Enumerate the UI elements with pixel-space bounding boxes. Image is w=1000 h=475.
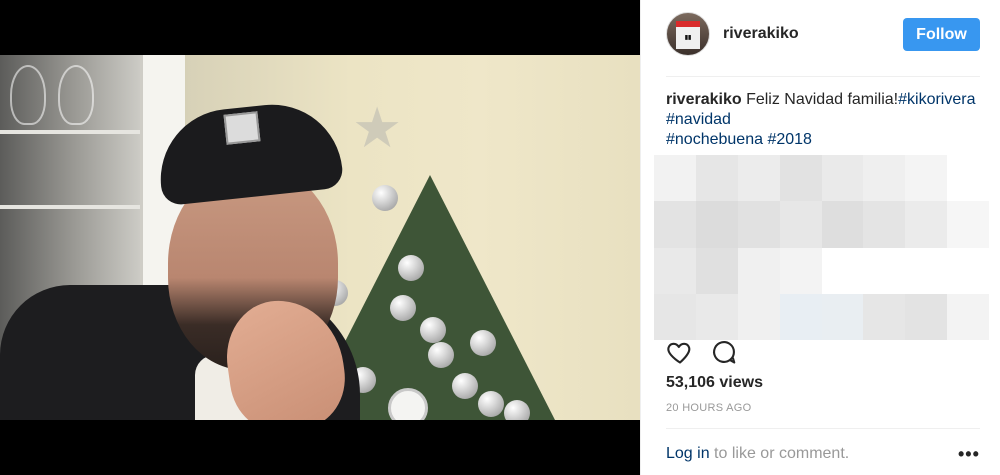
caption-text: Feliz Navidad familia! xyxy=(746,91,899,108)
avatar[interactable]: ▮▮ xyxy=(666,12,710,56)
view-count[interactable]: 53,106 views xyxy=(666,374,763,392)
login-link[interactable]: Log in xyxy=(666,445,710,462)
hashtag-link[interactable]: #2018 xyxy=(767,131,812,148)
heart-icon[interactable] xyxy=(666,338,694,366)
hashtag-link[interactable]: #kikorivera xyxy=(898,91,975,108)
login-prompt: Log in to like or comment. xyxy=(666,445,849,463)
ornament xyxy=(452,373,478,399)
cabinet-shelf xyxy=(0,205,140,209)
cabinet-shelf xyxy=(0,130,140,134)
ornament xyxy=(390,295,416,321)
post-timestamp[interactable]: 20 HOURS AGO xyxy=(666,402,752,414)
ornament xyxy=(428,342,454,368)
tree-star: ★ xyxy=(352,96,403,159)
ellipsis-icon[interactable]: ••• xyxy=(958,444,979,464)
avatar-badge: ▮▮ xyxy=(676,21,700,49)
avatar-badge-mark: ▮▮ xyxy=(684,35,692,41)
wine-glass xyxy=(10,65,46,125)
post-header: ▮▮ riverakiko Follow xyxy=(641,0,1000,75)
login-suffix: to like or comment. xyxy=(714,445,850,462)
ornament xyxy=(478,391,504,417)
ornament xyxy=(372,185,398,211)
ornament xyxy=(470,330,496,356)
wine-glass xyxy=(58,65,94,125)
photo-ornament xyxy=(388,388,428,420)
post-caption: riverakiko Feliz Navidad familia!#kikori… xyxy=(666,90,986,150)
blurred-comments xyxy=(654,155,989,340)
header-divider xyxy=(666,76,980,77)
hashtag-link[interactable]: #nochebuena xyxy=(666,131,763,148)
video-frame[interactable]: ★ xyxy=(0,55,640,420)
footer-divider xyxy=(666,428,980,429)
follow-button[interactable]: Follow xyxy=(903,18,980,51)
caption-username[interactable]: riverakiko xyxy=(666,91,742,108)
username-link[interactable]: riverakiko xyxy=(723,25,799,43)
post-video[interactable]: ★ xyxy=(0,0,640,475)
cap-patch xyxy=(223,111,261,145)
comment-bubble-icon[interactable] xyxy=(710,338,738,366)
ornament xyxy=(420,317,446,343)
post-sidebar: ▮▮ riverakiko Follow riverakiko Feliz Na… xyxy=(640,0,1000,475)
ornament xyxy=(504,400,530,420)
ornament xyxy=(398,255,424,281)
hashtag-link[interactable]: #navidad xyxy=(666,111,731,128)
